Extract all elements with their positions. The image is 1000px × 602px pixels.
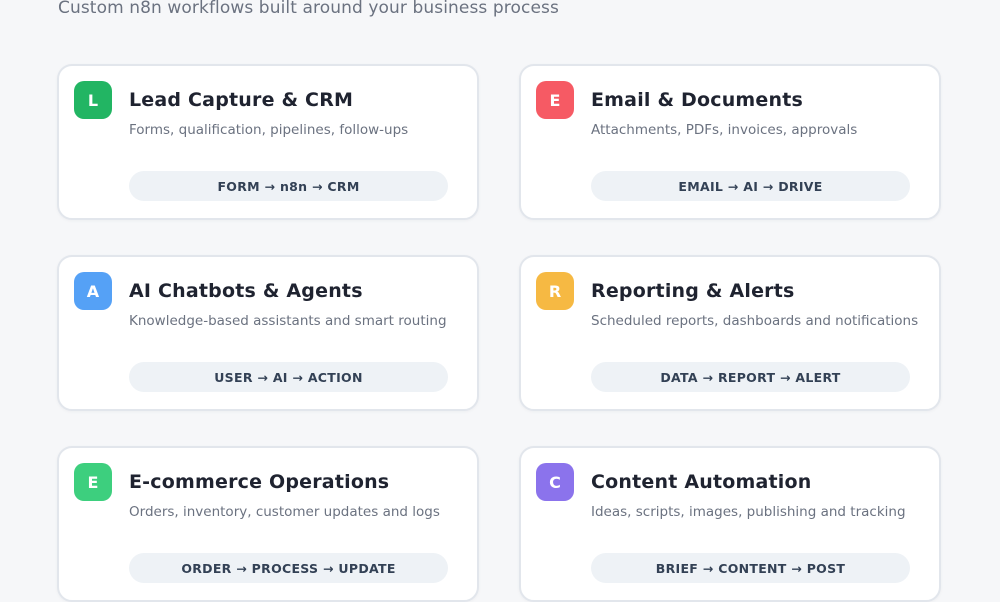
workflow-flow-pill: DATA → REPORT → ALERT <box>591 362 910 392</box>
content-automation-letter-icon: C <box>536 463 574 501</box>
service-card-content-automation: C Content Automation Ideas, scripts, ima… <box>519 446 941 602</box>
service-card-lead-capture: L Lead Capture & CRM Forms, qualificatio… <box>57 64 479 220</box>
ecommerce-letter-icon: E <box>74 463 112 501</box>
card-description: Orders, inventory, customer updates and … <box>129 504 440 520</box>
service-card-email-documents: E Email & Documents Attachments, PDFs, i… <box>519 64 941 220</box>
card-description: Forms, qualification, pipelines, follow-… <box>129 122 409 138</box>
ai-chatbots-letter-icon: A <box>74 272 112 310</box>
card-title: E-commerce Operations <box>129 471 390 493</box>
card-description: Scheduled reports, dashboards and notifi… <box>591 313 919 329</box>
card-description: Knowledge-based assistants and smart rou… <box>129 313 447 329</box>
card-title: Reporting & Alerts <box>591 280 795 302</box>
service-card-reporting-alerts: R Reporting & Alerts Scheduled reports, … <box>519 255 941 411</box>
service-card-ai-chatbots: A AI Chatbots & Agents Knowledge-based a… <box>57 255 479 411</box>
card-title: Email & Documents <box>591 89 804 111</box>
workflow-flow-pill: USER → AI → ACTION <box>129 362 448 392</box>
service-card-ecommerce-operations: E E-commerce Operations Orders, inventor… <box>57 446 479 602</box>
card-title: Content Automation <box>591 471 812 493</box>
card-description: Attachments, PDFs, invoices, approvals <box>591 122 858 138</box>
card-description: Ideas, scripts, images, publishing and t… <box>591 504 906 520</box>
workflow-flow-pill: ORDER → PROCESS → UPDATE <box>129 553 448 583</box>
page-subtitle: Custom n8n workflows built around your b… <box>58 0 559 18</box>
card-title: Lead Capture & CRM <box>129 89 354 111</box>
workflow-flow-pill: FORM → n8n → CRM <box>129 171 448 201</box>
email-documents-letter-icon: E <box>536 81 574 119</box>
workflow-flow-pill: BRIEF → CONTENT → POST <box>591 553 910 583</box>
card-title: AI Chatbots & Agents <box>129 280 363 302</box>
workflow-flow-pill: EMAIL → AI → DRIVE <box>591 171 910 201</box>
reporting-alerts-letter-icon: R <box>536 272 574 310</box>
lead-capture-letter-icon: L <box>74 81 112 119</box>
